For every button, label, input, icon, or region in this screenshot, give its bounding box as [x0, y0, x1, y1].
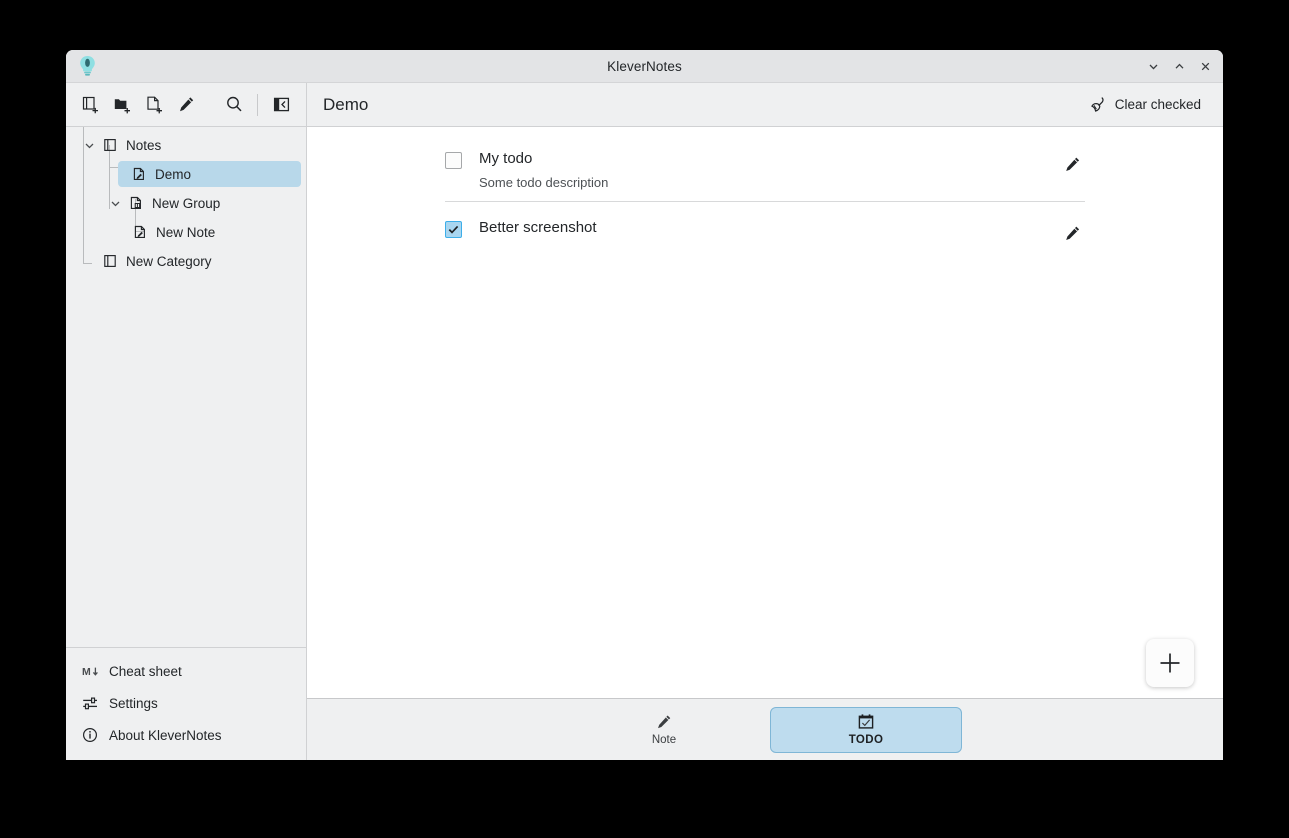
app-logo	[74, 53, 100, 79]
page-title: Demo	[323, 95, 1082, 115]
broom-icon	[1090, 96, 1107, 113]
sidebar-item-about[interactable]: About KleverNotes	[71, 720, 301, 750]
todo-row[interactable]: My todo Some todo description	[445, 141, 1085, 202]
chevron-down-icon	[110, 198, 121, 209]
pencil-icon	[1063, 224, 1082, 243]
sidebar-item-settings[interactable]: Settings	[71, 688, 301, 718]
todo-title: My todo	[479, 149, 1057, 168]
tree-item-label: New Group	[152, 196, 220, 211]
app-window: KleverNotes	[66, 50, 1223, 760]
check-icon	[447, 223, 460, 236]
tree-item-demo[interactable]: Demo	[118, 161, 301, 187]
todo-texts: My todo Some todo description	[479, 149, 1057, 191]
sidebar-item-label: Cheat sheet	[109, 664, 182, 679]
todo-edit-button[interactable]	[1057, 149, 1087, 179]
tree-guide	[109, 167, 118, 168]
tab-note[interactable]: Note	[568, 707, 760, 753]
tree-item-label: Notes	[126, 138, 161, 153]
todo-edit-button[interactable]	[1057, 218, 1087, 248]
markdown-icon: M	[81, 665, 99, 678]
category-icon	[100, 138, 120, 152]
sidebar-item-cheat-sheet[interactable]: M Cheat sheet	[71, 656, 301, 686]
title-bar: KleverNotes	[66, 50, 1223, 83]
lightbulb-icon	[79, 55, 96, 77]
content-column: My todo Some todo description	[307, 127, 1223, 760]
todo-list: My todo Some todo description	[445, 135, 1085, 258]
note-icon	[129, 167, 149, 181]
sidebar-item-label: Settings	[109, 696, 158, 711]
toolbar-row: Demo Clear checked	[66, 83, 1223, 127]
new-category-icon	[81, 95, 100, 114]
rename-button[interactable]	[171, 90, 201, 120]
search-button[interactable]	[219, 90, 249, 120]
new-note-button[interactable]	[139, 90, 169, 120]
chevron-down-icon	[1147, 60, 1160, 73]
tree-item-notes[interactable]: Notes	[71, 132, 301, 158]
todo-checkbox[interactable]	[445, 152, 462, 169]
clear-checked-button[interactable]: Clear checked	[1082, 91, 1209, 118]
todo-title: Better screenshot	[479, 218, 1057, 237]
todo-checkbox-wrap	[445, 218, 479, 238]
tree-item-label: New Category	[126, 254, 212, 269]
tab-label: TODO	[849, 734, 884, 746]
tree-item-new-note[interactable]: New Note	[71, 219, 301, 245]
calendar-check-icon	[857, 713, 875, 731]
tab-label: Note	[652, 734, 676, 746]
window-controls	[1141, 50, 1217, 83]
close-icon	[1199, 60, 1212, 73]
clear-checked-label: Clear checked	[1115, 97, 1201, 112]
content-header: Demo Clear checked	[307, 83, 1223, 126]
pencil-icon	[1063, 155, 1082, 174]
sidebar-bottom-menu: M Cheat sheet S	[66, 647, 306, 760]
note-tree: Notes Demo	[66, 127, 306, 647]
sidebar: Notes Demo	[66, 127, 307, 760]
maximize-button[interactable]	[1167, 55, 1191, 79]
pencil-icon	[655, 713, 673, 731]
tab-todo[interactable]: TODO	[770, 707, 962, 753]
category-icon	[100, 254, 120, 268]
note-icon	[130, 225, 150, 239]
todo-area: My todo Some todo description	[307, 127, 1223, 698]
sidebar-toolbar	[66, 83, 307, 126]
new-page-icon	[145, 95, 164, 114]
todo-row[interactable]: Better screenshot	[445, 202, 1085, 258]
tree-item-label: New Note	[156, 225, 215, 240]
minimize-button[interactable]	[1141, 55, 1165, 79]
group-icon	[126, 196, 146, 210]
add-todo-button[interactable]	[1146, 639, 1194, 687]
expander-notes[interactable]	[78, 140, 100, 151]
pencil-icon	[177, 95, 196, 114]
tree-item-new-group[interactable]: New Group	[71, 190, 301, 216]
toolbar-separator	[257, 94, 258, 116]
window-title: KleverNotes	[66, 59, 1223, 74]
panel-collapse-left-icon	[272, 95, 291, 114]
todo-checkbox-wrap	[445, 149, 479, 169]
chevron-up-icon	[1173, 60, 1186, 73]
collapse-sidebar-button[interactable]	[266, 90, 296, 120]
info-circle-icon	[81, 727, 99, 743]
search-icon	[225, 95, 244, 114]
bottom-tab-bar: Note TODO	[307, 698, 1223, 760]
svg-text:M: M	[82, 666, 91, 678]
expander-new-group[interactable]	[104, 198, 126, 209]
new-folder-icon	[113, 95, 132, 114]
new-category-button[interactable]	[75, 90, 105, 120]
tree-item-label: Demo	[155, 167, 191, 182]
body-split: Notes Demo	[66, 127, 1223, 760]
sliders-icon	[81, 696, 99, 711]
sidebar-item-label: About KleverNotes	[109, 728, 222, 743]
close-button[interactable]	[1193, 55, 1217, 79]
plus-icon	[1156, 649, 1184, 677]
todo-texts: Better screenshot	[479, 218, 1057, 237]
chevron-down-icon	[84, 140, 95, 151]
new-group-button[interactable]	[107, 90, 137, 120]
tree-item-new-category[interactable]: New Category	[71, 248, 301, 274]
todo-checkbox[interactable]	[445, 221, 462, 238]
todo-description: Some todo description	[479, 175, 1057, 191]
